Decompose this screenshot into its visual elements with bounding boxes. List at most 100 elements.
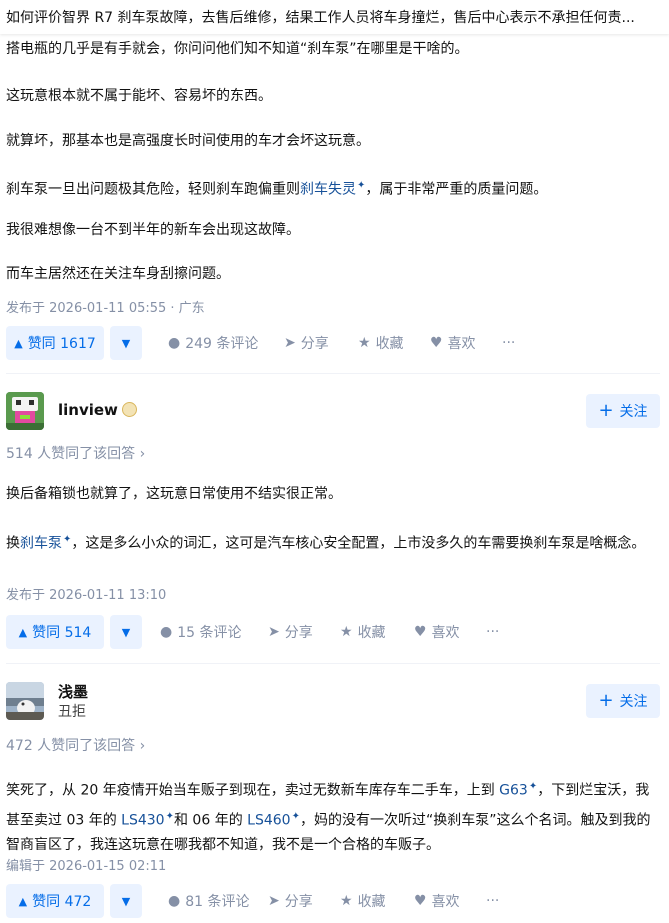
triangle-down-icon: ▼ — [121, 336, 131, 350]
favorite-button[interactable]: ★ 收藏 — [340, 615, 386, 649]
upvote-button[interactable]: ▲ 赞同 472 — [6, 884, 104, 918]
answer-paragraph: 换刹车泵✦，这是多么小众的词汇，这可是汽车核心安全配置，上市没多久的车需要换刹车… — [6, 527, 656, 557]
keyword-link[interactable]: LS460 — [247, 812, 290, 828]
question-title[interactable]: 如何评价智界 R7 刹车泵故障，去售后维修，结果工作人员将车身撞烂，售后中心表示… — [6, 7, 668, 27]
comment-button[interactable]: ● 15 条评论 — [160, 615, 241, 649]
answer-paragraph: 换后备箱锁也就算了，这玩意日常使用不结实很正常。 — [6, 486, 342, 502]
text: 和 06 年的 — [173, 812, 248, 829]
triangle-down-icon: ▼ — [121, 625, 131, 639]
triangle-up-icon: ▲ — [14, 336, 23, 350]
star-icon: ★ — [340, 893, 353, 909]
more-button[interactable]: ··· — [486, 884, 499, 918]
keyword-link[interactable]: 刹车失灵 — [300, 182, 356, 198]
voters-count[interactable]: 514 人赞同了该回答 › — [6, 443, 145, 463]
star-icon: ★ — [358, 335, 371, 351]
favorite-label: 收藏 — [357, 625, 386, 641]
like-button[interactable]: ♥ 喜欢 — [430, 326, 476, 360]
more-icon: ··· — [486, 624, 500, 640]
star-icon: ★ — [340, 624, 353, 640]
avatar[interactable] — [6, 682, 44, 720]
text: ，属于非常严重的质量问题。 — [365, 181, 548, 198]
heart-icon: ♥ — [430, 335, 443, 351]
edit-time[interactable]: 编辑于 2026-01-15 02:11 — [6, 855, 166, 874]
share-icon: ➤ — [268, 893, 280, 909]
like-label: 喜欢 — [431, 894, 460, 910]
keyword-link[interactable]: 刹车泵 — [20, 536, 62, 552]
share-label: 分享 — [284, 625, 313, 641]
divider — [6, 373, 660, 374]
more-button[interactable]: ··· — [486, 615, 499, 649]
avatar-image — [6, 682, 44, 720]
share-button[interactable]: ➤ 分享 — [268, 615, 313, 649]
share-button[interactable]: ➤ 分享 — [268, 884, 313, 918]
triangle-down-icon: ▼ — [121, 894, 131, 908]
more-button[interactable]: ··· — [502, 326, 515, 360]
triangle-up-icon: ▲ — [18, 894, 28, 908]
comment-icon: ● — [168, 335, 181, 351]
answer-paragraph: 而车主居然还在关注车身刮擦问题。 — [6, 266, 230, 282]
like-button[interactable]: ♥ 喜欢 — [414, 615, 460, 649]
publish-time[interactable]: 发布于 2026-01-11 13:10 — [6, 584, 166, 603]
comment-count: 249 条评论 — [185, 336, 259, 352]
comment-count: 15 条评论 — [177, 625, 242, 641]
triangle-up-icon: ▲ — [18, 625, 28, 639]
voters-text: 472 人赞同了该回答 — [6, 738, 136, 754]
answer-paragraph: 笑死了，从 20 年疫情开始当车贩子到现在，卖过无数新车库存车二手车，上到 G6… — [6, 774, 656, 858]
answer-paragraph: 就算坏，那基本也是高强度长时间使用的车才会坏这玩意。 — [6, 133, 370, 149]
keyword-link[interactable]: G63 — [499, 783, 528, 799]
share-icon: ➤ — [284, 335, 296, 351]
chevron-right-icon: › — [139, 738, 146, 754]
author-headline: 丑拒 — [58, 704, 86, 720]
answer-actions: ▲ 赞同 514 ▼ ● 15 条评论 ➤ 分享 ★ 收藏 ♥ 喜欢 ··· — [6, 615, 666, 649]
publish-time[interactable]: 发布于 2026-01-11 05:55 · 广东 — [6, 297, 205, 316]
upvote-button[interactable]: ▲ 赞同 1617 — [6, 326, 104, 360]
favorite-label: 收藏 — [357, 894, 386, 910]
answer-actions: ▲ 赞同 1617 ▼ ● 249 条评论 ➤ 分享 ★ 收藏 ♥ 喜欢 ··· — [6, 326, 666, 360]
avatar-image — [6, 392, 44, 430]
divider — [6, 663, 660, 664]
follow-label: 关注 — [619, 694, 648, 710]
chevron-right-icon: › — [139, 446, 146, 462]
comment-button[interactable]: ● 81 条评论 — [168, 884, 249, 918]
upvote-button[interactable]: ▲ 赞同 514 — [6, 615, 104, 649]
follow-label: 关注 — [619, 404, 648, 420]
follow-button[interactable]: + 关注 — [586, 684, 660, 718]
favorite-button[interactable]: ★ 收藏 — [340, 884, 386, 918]
keyword-link[interactable]: LS430 — [121, 812, 164, 828]
share-button[interactable]: ➤ 分享 — [284, 326, 329, 360]
vote-label: 赞同 472 — [32, 894, 92, 910]
more-icon: ··· — [486, 893, 500, 909]
text: ，这是多么小众的词汇，这可是汽车核心安全配置，上市没多久的车需要换刹车泵是啥概念… — [71, 535, 646, 552]
downvote-button[interactable]: ▼ — [110, 884, 142, 918]
avatar[interactable] — [6, 392, 44, 430]
badge-icon — [121, 402, 137, 417]
voters-text: 514 人赞同了该回答 — [6, 446, 136, 462]
author-name-text: linview — [58, 401, 118, 419]
vote-label: 赞同 514 — [32, 625, 92, 641]
downvote-button[interactable]: ▼ — [110, 615, 142, 649]
author-name[interactable]: 浅墨 — [58, 681, 88, 702]
sparkle-icon: ✦ — [528, 781, 538, 792]
plus-icon: + — [598, 690, 614, 711]
like-label: 喜欢 — [431, 625, 460, 641]
favorite-button[interactable]: ★ 收藏 — [358, 326, 404, 360]
answer-actions: ▲ 赞同 472 ▼ ● 81 条评论 ➤ 分享 ★ 收藏 ♥ 喜欢 ··· — [6, 884, 666, 918]
comment-count: 81 条评论 — [185, 894, 250, 910]
downvote-button[interactable]: ▼ — [110, 326, 142, 360]
answer-paragraph: 我很难想像一台不到半年的新车会出现这故障。 — [6, 222, 300, 238]
sparkle-icon: ✦ — [291, 810, 300, 822]
like-label: 喜欢 — [447, 336, 476, 352]
heart-icon: ♥ — [414, 624, 427, 640]
share-icon: ➤ — [268, 624, 280, 640]
author-name[interactable]: linview — [58, 401, 137, 419]
like-button[interactable]: ♥ 喜欢 — [414, 884, 460, 918]
comment-button[interactable]: ● 249 条评论 — [168, 326, 258, 360]
voters-count[interactable]: 472 人赞同了该回答 › — [6, 735, 145, 755]
follow-button[interactable]: + 关注 — [586, 394, 660, 428]
comment-icon: ● — [168, 893, 181, 909]
text: 刹车泵一旦出问题极其危险，轻则刹车跑偏重则 — [6, 181, 300, 198]
answer-paragraph: 搭电瓶的几乎是有手就会，你问问他们知不知道“刹车泵”在哪里是干啥的。 — [6, 41, 469, 57]
text: 换 — [6, 535, 20, 552]
answer-paragraph: 刹车泵一旦出问题极其危险，轻则刹车跑偏重则刹车失灵✦，属于非常严重的质量问题。 — [6, 173, 547, 203]
plus-icon: + — [598, 400, 614, 421]
